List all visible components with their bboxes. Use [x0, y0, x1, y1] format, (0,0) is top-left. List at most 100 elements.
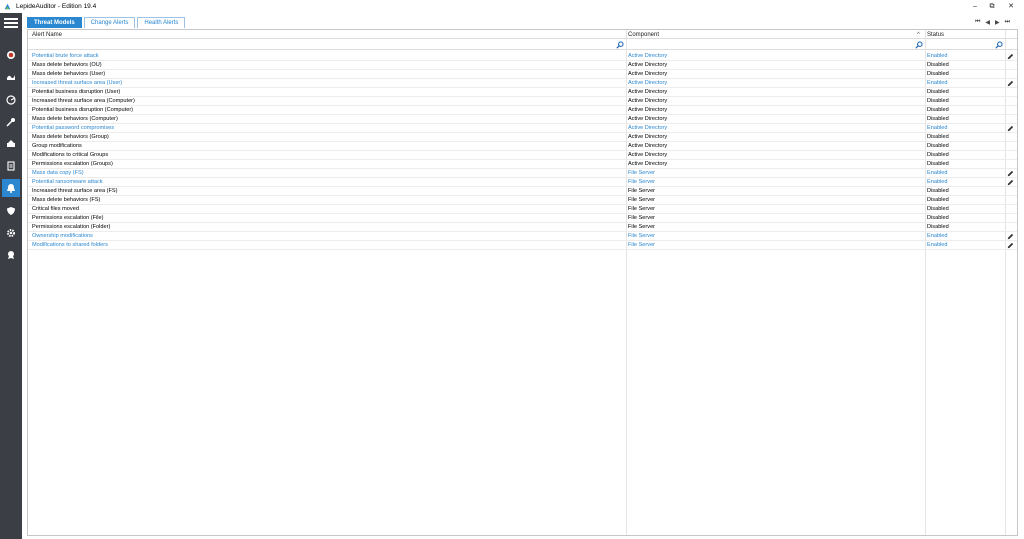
alert-rows: Potential brute force attack Active Direc… [28, 52, 1017, 250]
alert-name-cell: Mass delete behaviors (Group) [32, 134, 109, 140]
status-cell: Enabled [927, 80, 948, 86]
component-cell: Active Directory [628, 152, 668, 158]
close-button[interactable]: ✕ [1004, 1, 1018, 12]
table-row[interactable]: Increased threat surface area (User) Acti… [28, 79, 1017, 88]
table-row[interactable]: Mass delete behaviors (User) Active Direc… [28, 70, 1017, 79]
table-row[interactable]: Potential brute force attack Active Direc… [28, 52, 1017, 61]
alert-name-cell: Potential password compromises [32, 125, 115, 131]
status-cell: Disabled [927, 134, 949, 140]
edit-icon[interactable] [1007, 233, 1014, 240]
component-cell: Active Directory [628, 71, 668, 77]
table-row[interactable]: Critical files moved File Server Disabled [28, 205, 1017, 214]
status-cell: Enabled [927, 53, 948, 59]
status-cell: Disabled [927, 224, 949, 230]
search-icon[interactable] [915, 41, 923, 49]
table-row[interactable]: Group modifications Active Directory Disab… [28, 142, 1017, 151]
last-page-icon[interactable]: ⏭ [1005, 19, 1010, 26]
table-row[interactable]: Increased threat surface area (Computer)… [28, 97, 1017, 106]
table-row[interactable]: Potential business disruption (Computer)… [28, 106, 1017, 115]
alert-name-cell: Potential brute force attack [32, 53, 99, 59]
tab-health-alerts[interactable]: Health Alerts [137, 17, 186, 28]
tab-threat-models[interactable]: Threat Models [27, 17, 82, 28]
status-cell: Enabled [927, 179, 948, 185]
table-row[interactable]: Mass data copy (FS) File Server Enabled [28, 169, 1017, 178]
edit-icon[interactable] [1007, 125, 1014, 132]
dashboard-icon[interactable] [2, 46, 20, 64]
table-row[interactable]: Permissions escalation (File) File Server… [28, 214, 1017, 223]
component-cell: File Server [628, 188, 656, 194]
status-cell: Disabled [927, 206, 949, 212]
edit-icon[interactable] [1007, 80, 1014, 87]
document-icon[interactable] [2, 157, 20, 175]
table-row[interactable]: Potential business disruption (User) Acti… [28, 88, 1017, 97]
title-bar: LepideAuditor - Edition 19.4 – ⧉ ✕ [0, 0, 1024, 13]
grid-header: Alert Name Component ^ Status [28, 30, 1017, 39]
status-cell: Disabled [927, 143, 949, 149]
table-row[interactable]: Ownership modifications File Server Enable… [28, 232, 1017, 241]
menu-icon[interactable] [3, 16, 19, 30]
alert-name-cell: Permissions escalation (Folder) [32, 224, 111, 230]
table-row[interactable]: Potential password compromises Active Dir… [28, 124, 1017, 133]
restore-button[interactable]: ⧉ [985, 1, 999, 12]
component-cell: Active Directory [628, 80, 668, 86]
tab-change-alerts[interactable]: Change Alerts [83, 17, 136, 28]
minimize-button[interactable]: – [968, 1, 982, 12]
edit-icon[interactable] [1007, 170, 1014, 177]
component-cell: File Server [628, 197, 656, 203]
table-row[interactable]: Mass delete behaviors (FS) File Server Dis… [28, 196, 1017, 205]
column-header-component[interactable]: Component [628, 32, 659, 38]
license-icon[interactable] [2, 246, 20, 264]
permissions-icon[interactable] [2, 135, 20, 153]
alerts-icon[interactable] [2, 179, 20, 197]
component-cell: Active Directory [628, 107, 668, 113]
table-row[interactable]: Potential ransomware attack File Server En… [28, 178, 1017, 187]
alert-name-cell: Modifications to shared folders [32, 242, 108, 248]
search-icon[interactable] [616, 41, 624, 49]
component-cell: File Server [628, 206, 656, 212]
search-icon[interactable] [995, 41, 1003, 49]
alert-name-cell: Ownership modifications [32, 233, 93, 239]
table-row[interactable]: Mass delete behaviors (Group) Active Dire… [28, 133, 1017, 142]
alert-name-cell: Mass delete behaviors (Computer) [32, 116, 118, 122]
alert-name-cell: Increased threat surface area (Computer) [32, 98, 135, 104]
table-row[interactable]: Modifications to critical Groups Active D… [28, 151, 1017, 160]
edit-icon[interactable] [1007, 179, 1014, 186]
key-icon[interactable] [2, 113, 20, 131]
status-cell: Disabled [927, 215, 949, 221]
table-row[interactable]: Increased threat surface area (FS) File S… [28, 187, 1017, 196]
status-cell: Disabled [927, 71, 949, 77]
prev-page-icon[interactable]: ◀ [985, 19, 990, 26]
alert-name-cell: Mass delete behaviors (FS) [32, 197, 101, 203]
alert-name-cell: Mass data copy (FS) [32, 170, 84, 176]
alert-name-cell: Mass delete behaviors (User) [32, 71, 106, 77]
status-cell: Enabled [927, 233, 948, 239]
sort-ascending-icon[interactable]: ^ [917, 32, 920, 38]
alert-name-cell: Potential business disruption (Computer) [32, 107, 134, 113]
column-header-alert-name[interactable]: Alert Name [32, 32, 62, 38]
alert-name-cell: Increased threat surface area (FS) [32, 188, 118, 194]
table-row[interactable]: Permissions escalation (Folder) File Serv… [28, 223, 1017, 232]
filter-row [28, 40, 1017, 50]
component-cell: Active Directory [628, 161, 668, 167]
status-cell: Disabled [927, 188, 949, 194]
edit-icon[interactable] [1007, 242, 1014, 249]
table-row[interactable]: Mass delete behaviors (OU) Active Directo… [28, 61, 1017, 70]
table-row[interactable]: Permissions escalation (Groups) Active Di… [28, 160, 1017, 169]
status-cell: Disabled [927, 116, 949, 122]
next-page-icon[interactable]: ▶ [995, 19, 1000, 26]
status-cell: Disabled [927, 107, 949, 113]
status-cell: Disabled [927, 197, 949, 203]
component-cell: File Server [628, 242, 656, 248]
table-row[interactable]: Modifications to shared folders File Serv… [28, 241, 1017, 250]
window-title: LepideAuditor - Edition 19.4 [16, 3, 97, 10]
radar-icon[interactable] [2, 91, 20, 109]
shield-icon[interactable] [2, 202, 20, 220]
edit-icon[interactable] [1007, 53, 1014, 60]
reports-icon[interactable] [2, 68, 20, 86]
alert-name-cell: Potential ransomware attack [32, 179, 103, 185]
app-logo-icon [4, 3, 11, 10]
settings-icon[interactable] [2, 224, 20, 242]
first-page-icon[interactable]: ⏮ [975, 19, 980, 26]
column-header-status[interactable]: Status [927, 32, 944, 38]
table-row[interactable]: Mass delete behaviors (Computer) Active D… [28, 115, 1017, 124]
